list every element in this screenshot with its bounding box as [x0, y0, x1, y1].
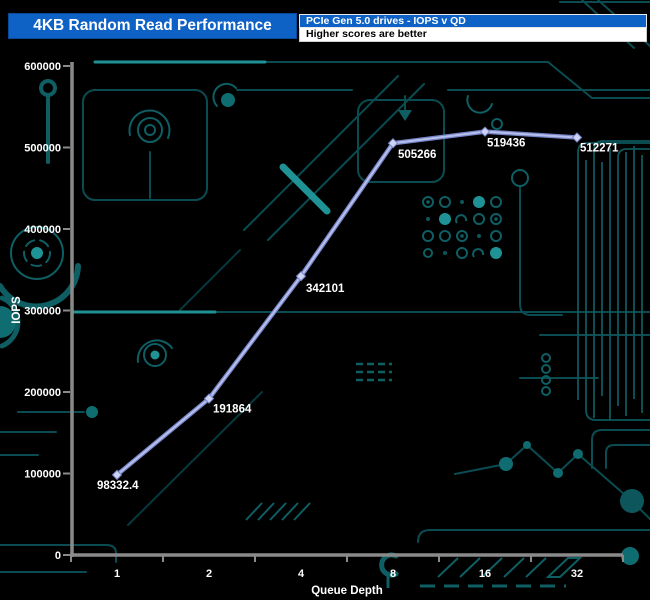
- svg-text:400000: 400000: [24, 224, 61, 236]
- svg-text:519436: 519436: [487, 138, 525, 150]
- benchmark-chart-page: 0 100000 200000 300000 400000 500000 600000 1 2…: [0, 0, 650, 600]
- svg-text:IOPS: IOPS: [11, 296, 23, 324]
- svg-text:4: 4: [298, 568, 305, 580]
- svg-text:500000: 500000: [24, 143, 61, 155]
- svg-text:32: 32: [571, 568, 583, 580]
- chart-info-box: PCIe Gen 5.0 drives - IOPS v QD Higher s…: [299, 14, 647, 42]
- x-axis-ticks: 1 2 4 8 16 32: [71, 555, 623, 580]
- svg-text:200000: 200000: [24, 387, 61, 399]
- y-axis-ticks: 0 100000 200000 300000 400000 500000 600000: [24, 61, 70, 562]
- svg-text:98332.4: 98332.4: [97, 480, 139, 492]
- chart-note: Higher scores are better: [299, 28, 647, 42]
- svg-text:2: 2: [206, 568, 212, 580]
- svg-text:1: 1: [114, 568, 120, 580]
- svg-text:512271: 512271: [580, 142, 619, 154]
- svg-text:300000: 300000: [24, 306, 61, 318]
- svg-text:342101: 342101: [306, 283, 345, 295]
- chart-title: 4KB Random Read Performance: [8, 13, 297, 39]
- svg-text:600000: 600000: [24, 61, 61, 73]
- iops-line-chart: 0 100000 200000 300000 400000 500000 600000 1 2…: [0, 0, 650, 600]
- svg-text:191864: 191864: [213, 404, 252, 416]
- svg-text:0: 0: [55, 550, 61, 562]
- svg-text:100000: 100000: [24, 469, 61, 481]
- svg-text:Queue Depth: Queue Depth: [311, 585, 383, 597]
- axis-titles: Queue Depth IOPS: [11, 296, 383, 597]
- svg-text:505266: 505266: [398, 149, 436, 161]
- series-line: [113, 127, 582, 479]
- svg-text:8: 8: [390, 568, 396, 580]
- svg-text:16: 16: [479, 568, 491, 580]
- chart-subtitle: PCIe Gen 5.0 drives - IOPS v QD: [299, 14, 647, 28]
